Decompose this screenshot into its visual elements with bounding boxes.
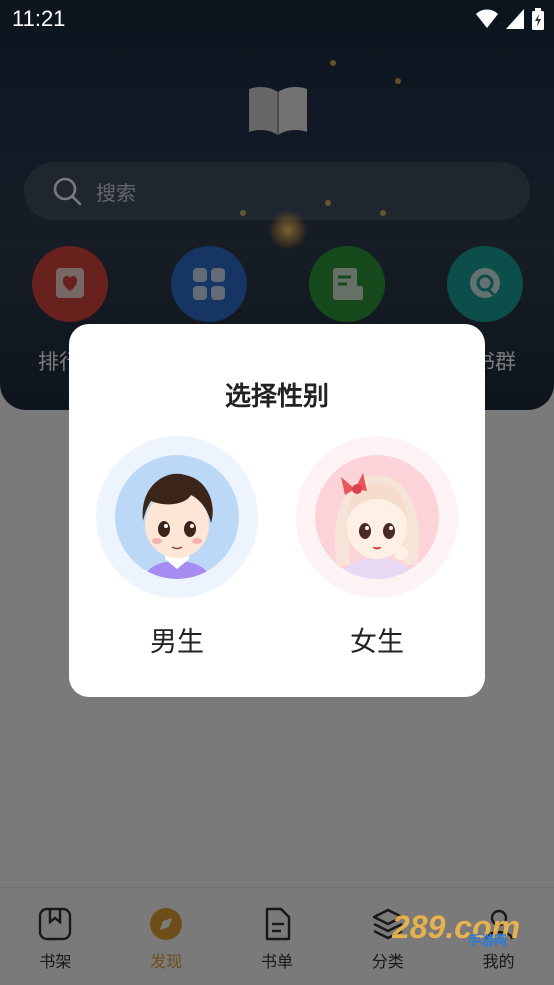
boy-avatar — [115, 455, 239, 579]
status-time: 11:21 — [12, 6, 66, 31]
status-bar: 11:21 — [0, 0, 554, 38]
watermark-logo: 289.com — [392, 909, 520, 945]
female-option-button[interactable]: 女生 — [296, 436, 458, 666]
wifi-icon — [476, 9, 498, 28]
female-label: 女生 — [350, 627, 404, 658]
avatar-ring — [96, 436, 258, 598]
girl-avatar — [315, 455, 439, 579]
gender-select-dialog: 选择性别 男生 女生 — [69, 324, 485, 697]
avatar-ring — [296, 436, 458, 598]
battery-charging-icon — [532, 8, 544, 30]
male-option-button[interactable]: 男生 — [96, 436, 258, 666]
signal-icon — [506, 9, 524, 29]
dialog-title: 选择性别 — [224, 382, 329, 412]
watermark-subtext: 手游网 — [468, 934, 508, 949]
male-label: 男生 — [150, 627, 204, 658]
